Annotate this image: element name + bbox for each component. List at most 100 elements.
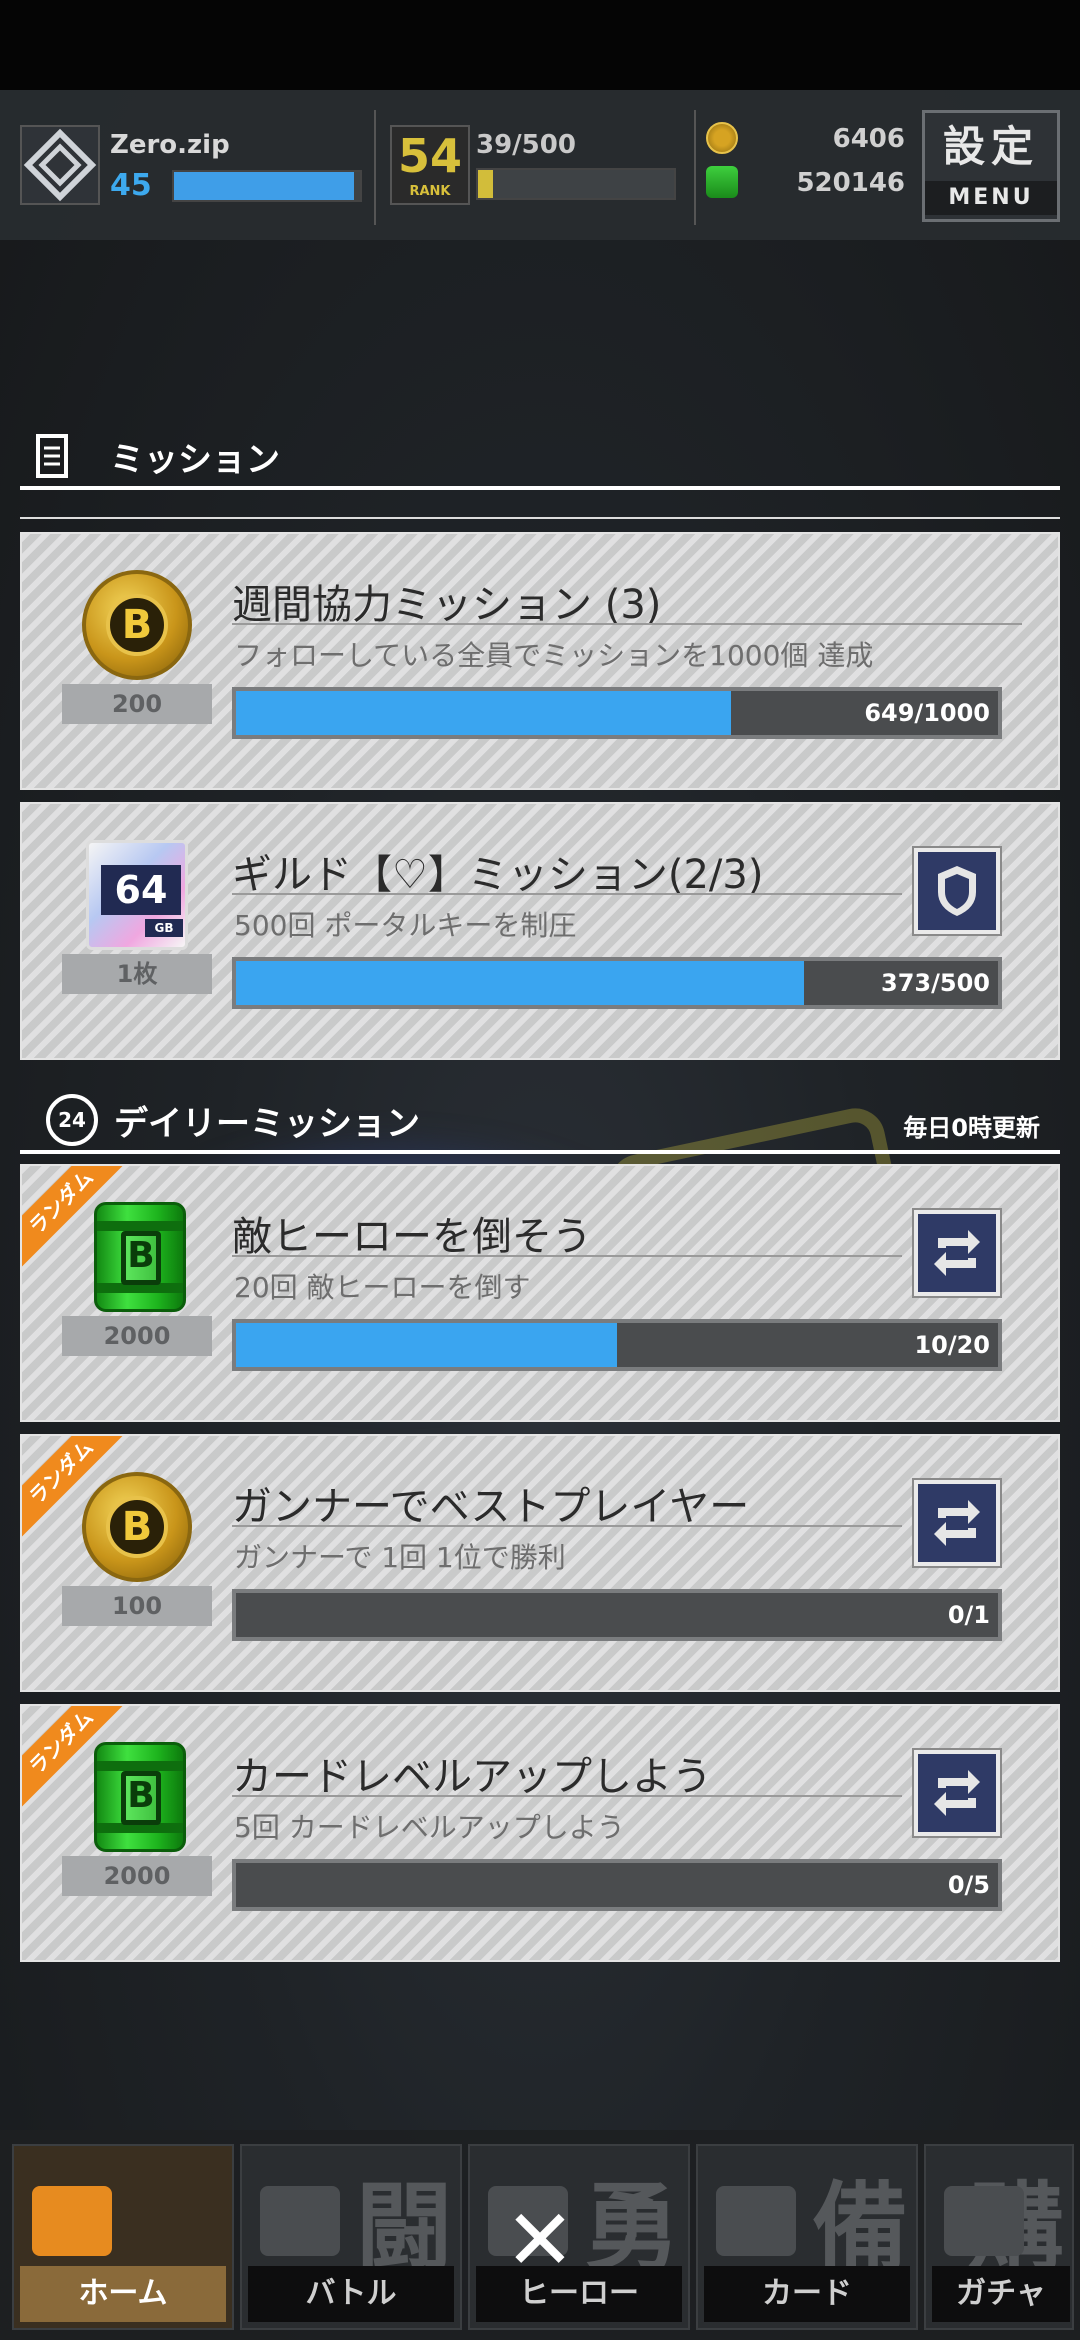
daily-section-header: 24 デイリーミッション 毎日0時更新 bbox=[20, 1090, 1060, 1150]
mission-description: 5回 カードレベルアップしよう bbox=[234, 1811, 625, 1844]
title-underline bbox=[232, 623, 1022, 625]
mission-title: ギルド【♡】ミッション(2/3) bbox=[232, 852, 764, 898]
coin-letter: B bbox=[106, 1496, 168, 1558]
reward-count: 1枚 bbox=[62, 954, 212, 994]
divider bbox=[694, 110, 696, 225]
can-letter: B bbox=[121, 1771, 161, 1825]
clock-24-icon: 24 bbox=[46, 1094, 98, 1146]
daily-mission-card[interactable]: ランダム B 100 ガンナーでベストプレイヤー ガンナーで 1回 1位で勝利 … bbox=[20, 1434, 1060, 1692]
rank-label: RANK bbox=[409, 184, 451, 199]
top-bar: Zero.zip 45 54 RANK 39/500 6406 520146 設… bbox=[0, 90, 1080, 240]
progress-text: 0/1 bbox=[947, 1601, 990, 1629]
progress-text: 0/5 bbox=[947, 1871, 990, 1899]
reroll-button[interactable] bbox=[912, 1208, 1002, 1298]
mission-section-header: ミッション bbox=[20, 428, 1060, 488]
guild-shield-button[interactable] bbox=[912, 846, 1002, 936]
mission-progress-bar: 373/500 bbox=[232, 957, 1002, 1009]
progress-fill bbox=[236, 1323, 617, 1367]
progress-text: 10/20 bbox=[914, 1331, 990, 1359]
nav-card[interactable]: 備 カード bbox=[696, 2144, 918, 2330]
mission-card-guild[interactable]: 64 GB 1枚 ギルド【♡】ミッション(2/3) 500回 ポータルキーを制圧… bbox=[20, 802, 1060, 1060]
green-can-icon bbox=[706, 166, 738, 198]
title-underline bbox=[232, 1525, 902, 1527]
can-letter: B bbox=[121, 1231, 161, 1285]
title-underline bbox=[232, 1795, 902, 1797]
rank-number: 54 bbox=[397, 129, 462, 183]
rank-bar bbox=[476, 168, 676, 200]
mission-progress-bar: 649/1000 bbox=[232, 687, 1002, 739]
settings-kanji: 設定 bbox=[942, 122, 1039, 171]
nav-gacha[interactable]: 購 ガチャ bbox=[924, 2144, 1074, 2330]
reward-count: 2000 bbox=[62, 1856, 212, 1896]
daily-mission-card[interactable]: ランダム B 2000 敵ヒーローを倒そう 20回 敵ヒーローを倒す 10/20 bbox=[20, 1164, 1060, 1422]
nav-label: ガチャ bbox=[932, 2266, 1070, 2322]
exp-bar-fill bbox=[174, 172, 355, 200]
refresh-icon bbox=[934, 1500, 980, 1546]
rank-icon: 54 RANK bbox=[390, 125, 470, 205]
green-amount: 520146 bbox=[796, 168, 905, 198]
shield-icon bbox=[938, 866, 976, 916]
coin-letter: B bbox=[106, 594, 168, 656]
nav-label: ホーム bbox=[20, 2266, 226, 2322]
mission-card-weekly[interactable]: B 200 週間協力ミッション (3) フォローしている全員でミッションを100… bbox=[20, 532, 1060, 790]
mission-title: 敵ヒーローを倒そう bbox=[232, 1214, 592, 1260]
reroll-button[interactable] bbox=[912, 1748, 1002, 1838]
menu-label: MENU bbox=[925, 181, 1057, 215]
home-icon bbox=[32, 2186, 112, 2256]
card-number: 64 bbox=[101, 865, 181, 915]
gacha-icon bbox=[944, 2186, 1024, 2256]
close-button[interactable]: ✕ bbox=[500, 2198, 580, 2282]
daily-mission-card[interactable]: ランダム B 2000 カードレベルアップしよう 5回 カードレベルアップしよう… bbox=[20, 1704, 1060, 1962]
gamepad-icon bbox=[260, 2186, 340, 2256]
section-divider bbox=[20, 1150, 1060, 1154]
rank-progress-text: 39/500 bbox=[476, 130, 576, 160]
gold-amount: 6406 bbox=[832, 124, 905, 154]
mission-title: ガンナーでベストプレイヤー bbox=[232, 1484, 750, 1530]
mission-description: ガンナーで 1回 1位で勝利 bbox=[234, 1541, 566, 1574]
nav-label: バトル bbox=[248, 2266, 454, 2322]
player-emblem-icon[interactable] bbox=[20, 125, 100, 205]
mission-section-title: ミッション bbox=[110, 440, 280, 480]
refresh-icon bbox=[934, 1230, 980, 1276]
64gb-card-icon: 64 GB bbox=[86, 840, 188, 950]
player-level: 45 bbox=[110, 168, 152, 203]
reward-count: 200 bbox=[62, 684, 212, 724]
gold-coin-icon: B bbox=[82, 570, 192, 680]
refresh-icon bbox=[934, 1770, 980, 1816]
can-band bbox=[97, 1761, 183, 1771]
reroll-button[interactable] bbox=[912, 1478, 1002, 1568]
mission-progress-bar: 0/1 bbox=[232, 1589, 1002, 1641]
section-divider-thin bbox=[20, 517, 1060, 519]
progress-text: 649/1000 bbox=[864, 699, 990, 727]
mission-description: 20回 敵ヒーローを倒す bbox=[234, 1271, 531, 1304]
card-unit: GB bbox=[145, 919, 183, 937]
progress-text: 373/500 bbox=[881, 969, 990, 997]
settings-menu-button[interactable]: 設定 MENU bbox=[922, 110, 1060, 222]
reward-count: 100 bbox=[62, 1586, 212, 1626]
refresh-note: 毎日0時更新 bbox=[903, 1114, 1040, 1142]
player-name: Zero.zip bbox=[110, 130, 230, 160]
mission-progress-bar: 10/20 bbox=[232, 1319, 1002, 1371]
mission-description: 500回 ポータルキーを制圧 bbox=[234, 909, 577, 942]
mission-description: フォローしている全員でミッションを1000個 達成 bbox=[234, 639, 874, 672]
title-underline bbox=[232, 893, 902, 895]
divider bbox=[374, 110, 376, 225]
nav-battle[interactable]: 闘 バトル bbox=[240, 2144, 462, 2330]
mission-title: 週間協力ミッション (3) bbox=[232, 582, 662, 628]
green-can-icon: B bbox=[94, 1742, 186, 1852]
daily-section-title: デイリーミッション bbox=[114, 1104, 420, 1144]
progress-fill bbox=[236, 961, 805, 1005]
nav-home[interactable]: ホーム bbox=[12, 2144, 234, 2330]
mission-progress-bar: 0/5 bbox=[232, 1859, 1002, 1911]
emblem-icon bbox=[23, 128, 97, 202]
mission-title: カードレベルアップしよう bbox=[232, 1754, 712, 1800]
card-icon bbox=[716, 2186, 796, 2256]
gold-coin-icon: B bbox=[82, 1472, 192, 1582]
exp-bar bbox=[172, 170, 362, 202]
green-can-icon: B bbox=[94, 1202, 186, 1312]
rank-bar-fill bbox=[478, 170, 494, 198]
nav-label: カード bbox=[704, 2266, 910, 2322]
progress-fill bbox=[236, 691, 731, 735]
can-band bbox=[97, 1221, 183, 1231]
title-underline bbox=[232, 1255, 902, 1257]
